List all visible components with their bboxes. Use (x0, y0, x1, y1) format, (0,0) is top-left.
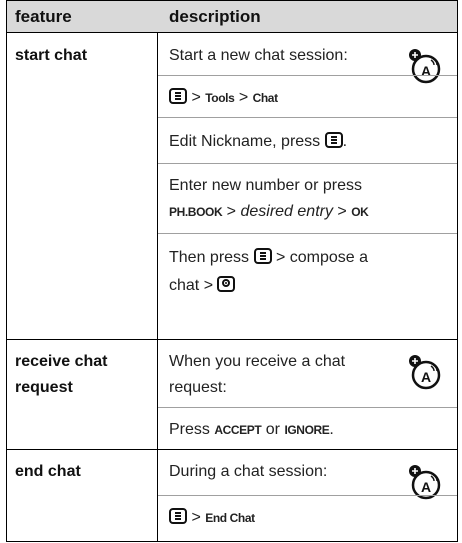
feature-table: feature description start chat Start a n… (6, 0, 458, 542)
menu-key-icon (253, 248, 272, 264)
desc-line: > End Chat (169, 505, 255, 531)
menu-key-icon (169, 88, 187, 104)
menu-key-icon (169, 508, 187, 524)
row-separator (158, 407, 457, 408)
desc-line: Press ACCEPT or IGNORE. (169, 417, 334, 443)
softkey-accept: ACCEPT (214, 423, 262, 437)
table-header: feature description (7, 1, 457, 33)
feature-label: receive chat (15, 353, 108, 370)
desc-line: PH.BOOK > desired entry > OK (169, 199, 369, 225)
path-separator: > (337, 203, 347, 220)
menu-item-tools: Tools (205, 91, 235, 105)
row-separator (158, 117, 457, 118)
path-separator: > (191, 509, 201, 526)
desc-text: Then press (169, 249, 250, 266)
softkey-phbook: PH.BOOK (169, 205, 223, 219)
svg-text:A: A (421, 479, 431, 495)
table-row-start-chat: start chat Start a new chat session: A >… (7, 33, 457, 340)
menu-key-icon (324, 132, 343, 148)
desc-text: or (265, 421, 280, 438)
desc-line: Enter new number or press (169, 177, 362, 194)
desired-entry: desired entry (240, 203, 333, 220)
desc-text: Edit Nickname, press (169, 133, 321, 150)
table-row-end-chat: end chat During a chat session: A > End … (7, 449, 457, 541)
desc-text: . (329, 421, 334, 438)
desc-line: Then press > compose a (169, 245, 368, 271)
feature-label: request (15, 379, 73, 396)
path-separator: > (191, 89, 201, 106)
page: feature description start chat Start a n… (0, 0, 462, 543)
desc-line: chat > (169, 273, 236, 299)
row-separator (158, 495, 457, 496)
row-separator (158, 163, 457, 164)
desc-text: > compose a (275, 249, 369, 266)
header-feature: feature (15, 7, 72, 26)
desc-line: > Tools > Chat (169, 85, 278, 111)
desc-line: When you receive a chat (169, 353, 346, 370)
desc-line: Start a new chat session: (169, 47, 348, 64)
svg-text:A: A (421, 63, 431, 79)
row-separator (158, 75, 457, 76)
desc-line: Edit Nickname, press . (169, 129, 347, 155)
feature-label: start chat (15, 47, 88, 64)
table-row-receive-chat: receive chat request When you receive a … (7, 339, 457, 450)
desc-line: request: (169, 379, 227, 396)
network-dependent-feature-icon: A (409, 49, 441, 84)
feature-label: end chat (15, 463, 81, 480)
center-select-key-icon (217, 276, 236, 292)
desc-text: Press (169, 421, 210, 438)
network-dependent-feature-icon: A (409, 355, 441, 390)
path-separator: > (238, 89, 249, 106)
desc-text: chat > (169, 277, 214, 294)
softkey-ok: OK (351, 205, 369, 219)
svg-text:A: A (421, 369, 431, 385)
desc-text: . (342, 133, 348, 150)
softkey-ignore: IGNORE (284, 423, 330, 437)
desc-line: During a chat session: (169, 463, 328, 480)
row-separator (158, 233, 457, 234)
menu-item-end-chat: End Chat (205, 511, 255, 525)
path-separator: > (226, 203, 237, 220)
header-description: description (169, 7, 261, 26)
menu-item-chat: Chat (252, 91, 278, 105)
